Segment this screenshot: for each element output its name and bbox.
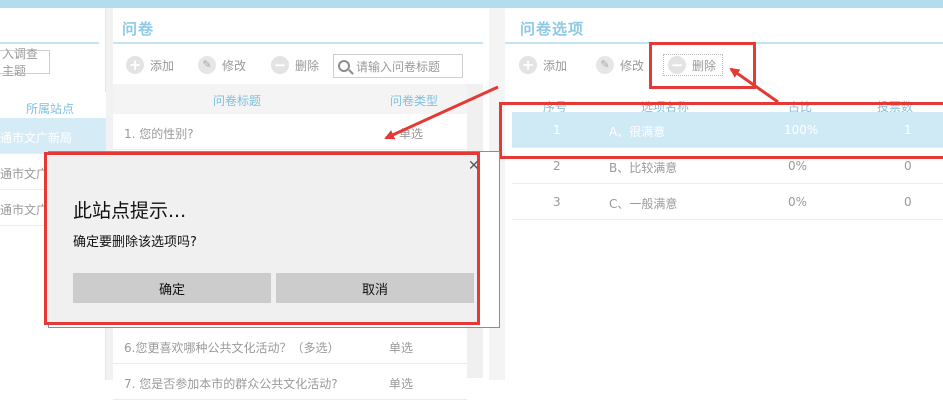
arrow-to-delete <box>729 67 779 104</box>
arrow-to-question <box>384 85 499 140</box>
annotation-arrows <box>384 67 779 140</box>
